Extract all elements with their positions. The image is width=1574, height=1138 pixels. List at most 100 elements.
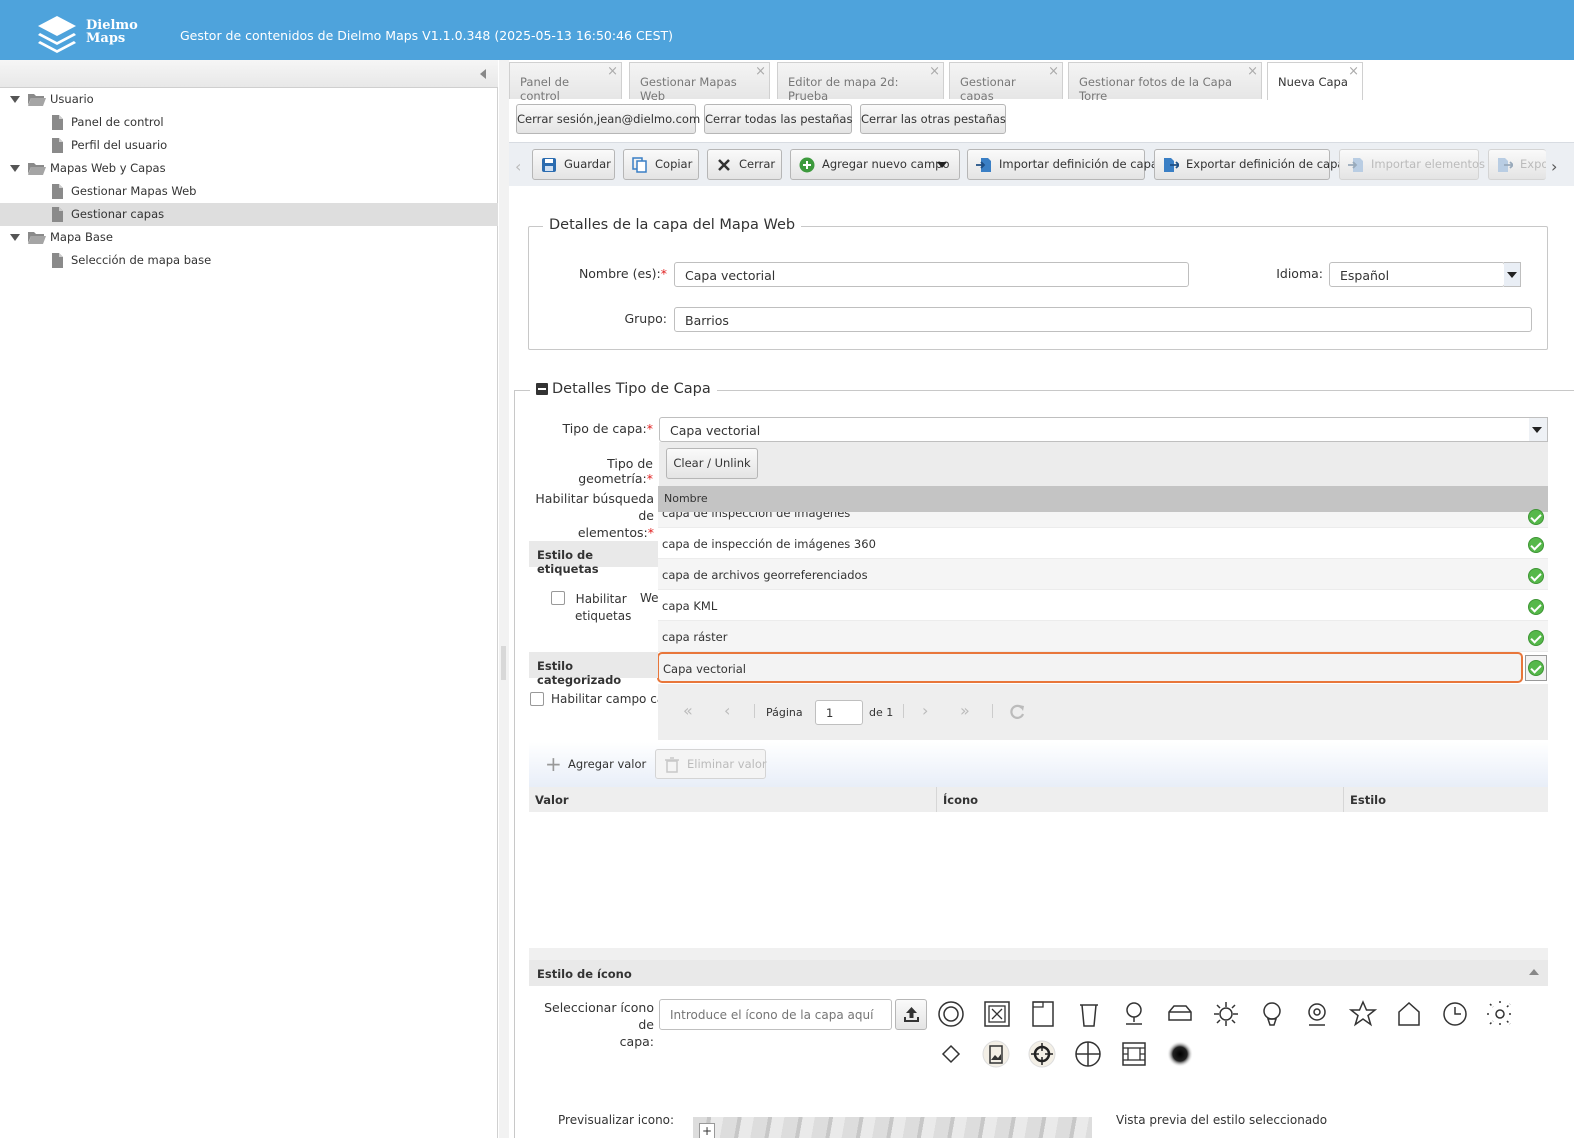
last-page-icon[interactable]: » — [960, 701, 970, 720]
webcam-icon[interactable] — [1303, 1000, 1331, 1028]
sidebar-item-perfil-del-usuario[interactable]: Perfil del usuario — [0, 134, 498, 157]
tab-nueva-capa[interactable]: Nueva Capa × — [1267, 62, 1363, 100]
circle-target-icon[interactable] — [937, 1000, 965, 1028]
group-input[interactable]: Barrios — [674, 307, 1532, 332]
dropdown-option[interactable]: capa de inspección de imágenes 360 — [658, 528, 1548, 559]
language-dropdown-icon[interactable] — [1504, 262, 1521, 287]
dropdown-option[interactable]: capa de inspección de imágenes — [658, 512, 1548, 528]
name-input[interactable]: Capa vectorial — [674, 262, 1189, 287]
column-header-valor[interactable]: Valor — [529, 787, 937, 812]
close-tab-icon[interactable]: × — [755, 64, 766, 79]
dropdown-option[interactable]: capa de archivos georreferenciados — [658, 559, 1548, 590]
balloon-icon[interactable] — [1258, 1000, 1286, 1028]
close-tab-icon[interactable]: × — [1247, 64, 1258, 79]
film-frame-icon[interactable] — [1120, 1040, 1148, 1068]
collapse-sidebar-icon[interactable] — [480, 69, 486, 79]
enable-category-field-checkbox[interactable] — [530, 692, 544, 706]
close-tab-icon[interactable]: × — [607, 64, 618, 79]
tab-label: Gestionar fotos de la Capa Torre — [1079, 75, 1233, 103]
sidebar-item-gestionar-mapas-web[interactable]: Gestionar Mapas Web — [0, 180, 498, 203]
splitter-grip[interactable] — [501, 646, 506, 680]
preview-map[interactable]: + — [693, 1117, 1092, 1138]
scroll-right-icon[interactable]: › — [1551, 157, 1557, 176]
close-tab-icon[interactable]: × — [1348, 64, 1359, 79]
close-other-tabs-button[interactable]: Cerrar las otras pestañas — [860, 104, 1006, 134]
dropdown-option[interactable]: capa ráster — [658, 621, 1548, 652]
tab-gestionar-fotos[interactable]: Gestionar fotos de la Capa Torre × — [1068, 62, 1262, 103]
tab-panel-de-control[interactable]: Panel de control × — [509, 62, 622, 103]
sidebar-item-panel-de-control[interactable]: Panel de control — [0, 111, 498, 134]
collapse-section-icon[interactable] — [536, 383, 548, 395]
brand-name: Dielmo Maps — [86, 18, 138, 46]
close-all-tabs-button[interactable]: Cerrar todas las pestañas — [704, 104, 852, 134]
app-header: Dielmo Maps Gestor de contenidos de Diel… — [0, 0, 1574, 60]
sidebar-item-seleccion-mapa-base[interactable]: Selección de mapa base — [0, 249, 498, 272]
tab-gestionar-mapas-web[interactable]: Gestionar Mapas Web × — [629, 62, 770, 103]
clear-unlink-button[interactable]: Clear / Unlink — [666, 448, 758, 479]
label-style-section-header[interactable]: Estilo de etiquetas — [529, 541, 658, 576]
tab-gestionar-capas[interactable]: Gestionar capas × — [949, 62, 1063, 103]
layer-type-select[interactable]: Capa vectorial — [659, 417, 1530, 442]
select-icon-label: Seleccionar ícono de capa: — [544, 1000, 654, 1049]
refresh-icon[interactable] — [1008, 703, 1026, 721]
icon-style-section-header[interactable]: Estilo de ícono — [529, 960, 1548, 986]
close-button[interactable]: Cerrar — [707, 149, 782, 180]
tree-folder-mapa-base[interactable]: Mapa Base — [0, 226, 498, 249]
remove-value-button[interactable]: Eliminar valor — [655, 749, 767, 779]
upload-icon-button[interactable] — [895, 999, 927, 1030]
column-header-icono[interactable]: Ícono — [937, 787, 1344, 812]
page-number-input[interactable]: 1 — [815, 700, 863, 725]
previous-page-icon[interactable]: ‹ — [724, 701, 730, 720]
star-icon[interactable] — [1349, 1000, 1377, 1028]
language-select[interactable]: Español — [1329, 262, 1505, 287]
export-definition-button[interactable]: Exportar definición de capa — [1154, 149, 1344, 180]
next-page-icon[interactable]: › — [922, 701, 928, 720]
pin-icon[interactable] — [1120, 1000, 1148, 1028]
sun-icon[interactable] — [1212, 1000, 1240, 1028]
expand-arrow-icon[interactable] — [10, 96, 20, 103]
zoom-in-icon[interactable]: + — [699, 1123, 715, 1138]
crosshair-icon[interactable] — [1028, 1040, 1056, 1068]
add-field-button[interactable]: Agregar nuevo campo — [790, 149, 960, 180]
trash-bin-icon[interactable] — [1075, 1000, 1103, 1028]
tree-folder-mapas-web[interactable]: Mapas Web y Capas — [0, 157, 498, 180]
first-page-icon[interactable]: « — [683, 701, 693, 720]
export-elements-button[interactable]: Expo — [1488, 149, 1546, 180]
circle-cross-icon[interactable] — [1074, 1040, 1102, 1068]
document-icon[interactable] — [1029, 1000, 1057, 1028]
scroll-left-icon[interactable]: ‹ — [515, 157, 521, 176]
icon-path-input[interactable] — [659, 999, 892, 1030]
tree-folder-usuario[interactable]: Usuario — [0, 88, 498, 111]
dropdown-column-header[interactable]: Nombre — [658, 486, 1548, 512]
panel-splitter[interactable] — [499, 60, 509, 1138]
boxed-x-icon[interactable] — [983, 1000, 1011, 1028]
diamond-icon[interactable] — [937, 1040, 965, 1068]
copy-button[interactable]: Copiar — [623, 149, 699, 180]
close-tab-icon[interactable]: × — [1048, 64, 1059, 79]
house-icon[interactable] — [1395, 1000, 1423, 1028]
expand-arrow-icon[interactable] — [10, 234, 20, 241]
trash-icon — [665, 757, 679, 773]
categorized-style-section-header[interactable]: Estilo categorizado — [529, 652, 658, 687]
layer-type-dropdown-icon[interactable] — [1529, 417, 1548, 442]
dotted-sun-icon[interactable] — [1486, 1000, 1514, 1028]
photo-icon[interactable] — [982, 1040, 1010, 1068]
enable-labels-checkbox[interactable] — [551, 591, 565, 605]
import-elements-button[interactable]: Importar elementos — [1339, 149, 1485, 180]
import-icon — [1348, 158, 1363, 172]
column-header-estilo[interactable]: Estilo — [1344, 787, 1548, 812]
sidebar-item-gestionar-capas[interactable]: Gestionar capas — [0, 203, 498, 226]
blur-dot-icon[interactable] — [1166, 1040, 1194, 1068]
open-box-icon[interactable] — [1166, 1000, 1194, 1028]
tab-editor-mapa-2d[interactable]: Editor de mapa 2d: Prueba × — [777, 62, 944, 103]
logout-button[interactable]: Cerrar sesión,jean@dielmo.com — [516, 104, 700, 134]
dropdown-option-selected[interactable]: Capa vectorial — [657, 652, 1523, 683]
add-value-button[interactable]: + Agregar valor — [537, 749, 647, 779]
import-definition-button[interactable]: Importar definición de capa — [967, 149, 1158, 180]
collapse-up-icon[interactable] — [1529, 969, 1539, 975]
save-button[interactable]: Guardar — [532, 149, 615, 180]
dropdown-option[interactable]: capa KML — [658, 590, 1548, 621]
expand-arrow-icon[interactable] — [10, 165, 20, 172]
close-tab-icon[interactable]: × — [929, 64, 940, 79]
clock-icon[interactable] — [1441, 1000, 1469, 1028]
